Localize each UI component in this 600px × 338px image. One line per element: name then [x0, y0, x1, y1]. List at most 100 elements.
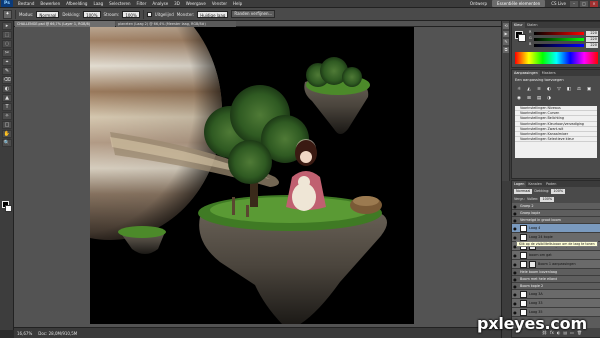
menu-item-analyse[interactable]: Analyse	[152, 1, 168, 6]
green-value[interactable]: 220	[586, 37, 598, 42]
layer-row[interactable]: ● Boom 1 aanpassingen	[512, 260, 600, 269]
preset-item[interactable]: Voorinstellingen Selectieve kleur	[515, 137, 597, 143]
artwork-canvas[interactable]	[90, 27, 414, 324]
layer-row[interactable]: ● Laag 33	[512, 299, 600, 308]
visibility-eye-icon[interactable]: ●	[512, 218, 518, 223]
shape-tool-icon[interactable]: □	[2, 121, 12, 129]
black-white-icon[interactable]: ▣	[585, 86, 593, 93]
green-slider[interactable]	[534, 38, 584, 41]
levels-icon[interactable]: ◭	[525, 86, 533, 93]
visibility-eye-icon[interactable]: ●	[512, 270, 518, 275]
brush-tool-icon[interactable]: ✎	[2, 67, 12, 75]
curves-icon[interactable]: ≡	[535, 86, 543, 93]
minimize-button[interactable]: –	[570, 0, 578, 7]
layer-row-selected[interactable]: ● Laag 4	[512, 224, 600, 233]
visibility-eye-icon[interactable]: ●	[512, 226, 518, 231]
clone-source-panel-icon[interactable]: ⧉	[503, 47, 509, 53]
threshold-icon[interactable]: ◑	[545, 95, 553, 102]
visibility-eye-icon[interactable]: ●	[512, 204, 518, 209]
pen-tool-icon[interactable]: ▲	[2, 94, 12, 102]
menu-item-bewerken[interactable]: Bewerken	[40, 1, 60, 6]
path-selection-tool-icon[interactable]: ✧	[2, 112, 12, 120]
tab-paden[interactable]: Paden	[544, 181, 558, 187]
brush-panel-icon[interactable]: ✎	[503, 39, 509, 45]
close-button[interactable]: ×	[590, 0, 598, 7]
fill-field[interactable]: 100%	[540, 196, 555, 202]
visibility-eye-icon[interactable]: ●	[512, 235, 518, 240]
visibility-eye-icon[interactable]: ●	[512, 262, 518, 267]
layer-row[interactable]: ● Groep kopie	[512, 210, 600, 217]
hand-tool-icon[interactable]: ✋	[2, 130, 12, 138]
visibility-eye-icon[interactable]: ●	[512, 211, 518, 216]
layer-opacity-field[interactable]: 100%	[551, 188, 566, 194]
tab-kleur[interactable]: Kleur	[512, 22, 525, 28]
visibility-eye-icon[interactable]: ●	[512, 301, 518, 306]
tab-lagen[interactable]: Lagen	[512, 181, 527, 187]
layer-row[interactable]: ● Groep 2	[512, 203, 600, 210]
visibility-eye-icon[interactable]: ●	[512, 277, 518, 282]
layer-row[interactable]: ● Laag 3A	[512, 290, 600, 299]
maximize-button[interactable]: □	[580, 0, 588, 7]
channel-mixer-icon[interactable]: ⊞	[525, 95, 533, 102]
color-spectrum[interactable]	[515, 52, 598, 64]
menu-item-3d[interactable]: 3D	[174, 1, 180, 6]
menu-item-venster[interactable]: Venster	[212, 1, 227, 6]
photo-filter-icon[interactable]: ◉	[515, 95, 523, 102]
tab-maskers[interactable]: Maskers	[540, 70, 558, 76]
actions-panel-icon[interactable]: ▶	[503, 31, 509, 37]
tab-kanalen[interactable]: Kanalen	[526, 181, 544, 187]
exposure-icon[interactable]: ◐	[545, 86, 553, 93]
hue-saturation-icon[interactable]: ◧	[565, 86, 573, 93]
layer-row[interactable]: ● Boom met hele eiland	[512, 276, 600, 283]
type-tool-icon[interactable]: T	[2, 103, 12, 111]
workspace-ontwerp[interactable]: Ontwerp	[470, 1, 487, 6]
visibility-eye-icon[interactable]: ●	[512, 253, 518, 258]
color-balance-icon[interactable]: ⚖	[575, 86, 583, 93]
layer-row[interactable]: ● boom om gat	[512, 251, 600, 260]
visibility-eye-icon[interactable]: ●	[512, 284, 518, 289]
layer-row[interactable]: ● Hele boom bovenlaag	[512, 269, 600, 276]
clone-stamp-icon[interactable]: ✦	[3, 9, 12, 19]
tab-aanpassingen[interactable]: Aanpassingen	[512, 70, 540, 76]
menu-item-weergave[interactable]: Weergave	[186, 1, 206, 6]
zoom-level[interactable]: 16,67%	[17, 331, 32, 336]
red-value[interactable]: 220	[586, 31, 598, 36]
menu-item-bestand[interactable]: Bestand	[18, 1, 34, 6]
crop-tool-icon[interactable]: ✂	[2, 49, 12, 57]
menu-item-laag[interactable]: Laag	[93, 1, 103, 6]
refine-edges-button[interactable]: Randen verfijnen...	[231, 10, 276, 18]
cs-live-button[interactable]: CS Live	[551, 1, 566, 6]
blue-slider[interactable]	[534, 44, 584, 47]
tab-stalen[interactable]: Stalen	[525, 22, 540, 28]
history-panel-icon[interactable]: ⟲	[503, 23, 509, 29]
menu-item-afbeelding[interactable]: Afbeelding	[66, 1, 87, 6]
marquee-tool-icon[interactable]: ⬚	[2, 31, 12, 39]
eraser-tool-icon[interactable]: ⌫	[2, 76, 12, 84]
aligned-checkbox[interactable]	[146, 11, 152, 17]
sample-select[interactable]: Huidige laag	[197, 10, 229, 18]
canvas-area[interactable]	[14, 27, 501, 327]
layer-row[interactable]: ● Vermelgd in groot boom	[512, 217, 600, 224]
layer-row[interactable]: ● Boom kopie 2	[512, 283, 600, 290]
move-tool-icon[interactable]: ▸	[2, 22, 12, 30]
mode-select[interactable]: Normaal	[36, 10, 60, 18]
flow-field[interactable]: 100%	[122, 10, 140, 18]
essentials-button[interactable]: Essentiële elementen	[492, 0, 546, 7]
dodge-tool-icon[interactable]: ◐	[2, 85, 12, 93]
vibrance-icon[interactable]: ▽	[555, 86, 563, 93]
menu-item-selecteren[interactable]: Selecteren	[109, 1, 130, 6]
red-slider[interactable]	[534, 32, 584, 35]
brightness-icon[interactable]: ☼	[515, 86, 523, 93]
background-color-swatch[interactable]	[5, 205, 12, 212]
panel-background-swatch[interactable]	[518, 34, 526, 42]
menu-item-help[interactable]: Help	[233, 1, 242, 6]
lasso-tool-icon[interactable]: ◌	[2, 40, 12, 48]
zoom-tool-icon[interactable]: 🔍	[2, 139, 12, 147]
eyedropper-tool-icon[interactable]: ⌖	[2, 58, 12, 66]
opacity-field[interactable]: 100%	[83, 10, 101, 18]
menu-item-filter[interactable]: Filter	[137, 1, 147, 6]
blue-value[interactable]: 220	[586, 43, 598, 48]
posterize-icon[interactable]: ▤	[535, 95, 543, 102]
blend-mode-select[interactable]: Normaal	[514, 188, 533, 194]
visibility-eye-icon[interactable]: ●	[512, 292, 518, 297]
